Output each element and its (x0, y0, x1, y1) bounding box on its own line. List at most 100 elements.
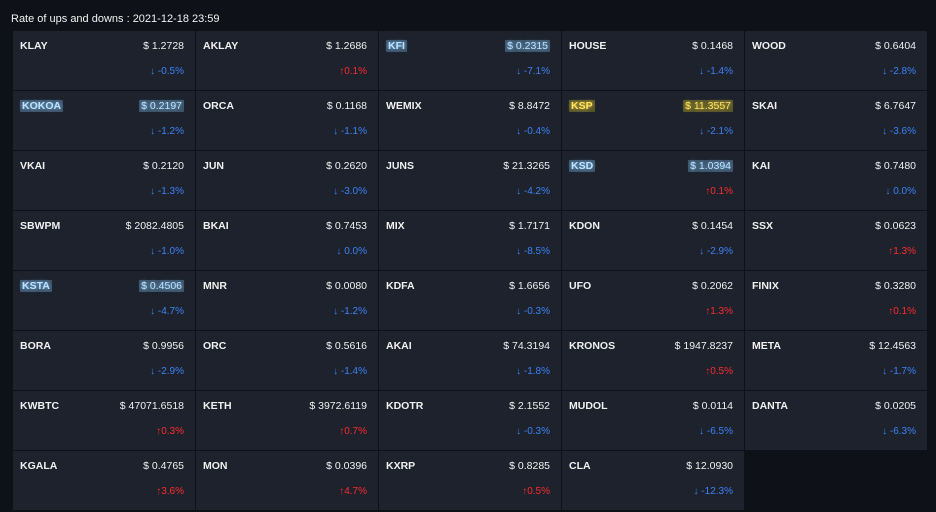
page-title: Rate of ups and downs : 2021-12-18 23:59 (11, 13, 220, 25)
token-name: JUN (203, 160, 225, 172)
token-card[interactable]: KAI $ 0.7480 ↓ 0.0% (745, 151, 927, 210)
token-price: $ 47071.6518 (119, 400, 184, 412)
token-name: META (752, 340, 781, 352)
token-price: $ 0.2315 (505, 40, 550, 52)
token-change: ↓ -2.1% (699, 126, 733, 137)
token-name: BKAI (203, 220, 229, 232)
token-change: ↑0.3% (156, 426, 184, 437)
token-price: $ 0.9956 (143, 340, 184, 352)
token-change: ↓ -2.8% (882, 66, 916, 77)
token-card[interactable]: KWBTC $ 47071.6518 ↑0.3% (13, 391, 195, 450)
token-card[interactable]: WEMIX $ 8.8472 ↓ -0.4% (379, 91, 561, 150)
token-card[interactable]: HOUSE $ 0.1468 ↓ -1.4% (562, 31, 744, 90)
token-price: $ 0.3280 (875, 280, 916, 292)
token-card[interactable]: SSX $ 0.0623 ↑1.3% (745, 211, 927, 270)
token-change: ↑0.1% (339, 66, 367, 77)
token-card[interactable]: CLA $ 12.0930 ↓ -12.3% (562, 451, 744, 510)
token-change: ↓ -8.5% (516, 246, 550, 257)
token-card[interactable]: KDON $ 0.1454 ↓ -2.9% (562, 211, 744, 270)
token-name: KSP (569, 100, 595, 112)
token-change: ↓ -0.3% (516, 306, 550, 317)
token-card[interactable]: KOKOA $ 0.2197 ↓ -1.2% (13, 91, 195, 150)
token-card[interactable]: ORCA $ 0.1168 ↓ -1.1% (196, 91, 378, 150)
token-name: WOOD (752, 40, 786, 52)
token-card[interactable]: MIX $ 1.7171 ↓ -8.5% (379, 211, 561, 270)
token-name: MUDOL (569, 400, 608, 412)
token-price: $ 1.0394 (688, 160, 733, 172)
token-card[interactable]: SKAI $ 6.7647 ↓ -3.6% (745, 91, 927, 150)
token-card[interactable]: KSD $ 1.0394 ↑0.1% (562, 151, 744, 210)
token-price: $ 0.4506 (139, 280, 184, 292)
token-name: KXRP (386, 460, 416, 472)
token-price: $ 0.2620 (326, 160, 367, 172)
token-name: KSTA (20, 280, 52, 292)
token-card[interactable]: DANTA $ 0.0205 ↓ -6.3% (745, 391, 927, 450)
token-card[interactable]: MUDOL $ 0.0114 ↓ -6.5% (562, 391, 744, 450)
token-name: AKLAY (203, 40, 239, 52)
token-card[interactable]: BORA $ 0.9956 ↓ -2.9% (13, 331, 195, 390)
token-card[interactable]: KFI $ 0.2315 ↓ -7.1% (379, 31, 561, 90)
token-price: $ 12.4563 (869, 340, 916, 352)
token-card[interactable]: VKAI $ 0.2120 ↓ -1.3% (13, 151, 195, 210)
token-change: ↓ -12.3% (693, 486, 733, 497)
token-card[interactable]: WOOD $ 0.6404 ↓ -2.8% (745, 31, 927, 90)
token-change: ↓ -1.0% (150, 246, 184, 257)
token-name: DANTA (752, 400, 788, 412)
token-name: SBWPM (20, 220, 61, 232)
token-price: $ 1.2728 (143, 40, 184, 52)
token-card[interactable]: KSTA $ 0.4506 ↓ -4.7% (13, 271, 195, 330)
token-change: ↓ -0.5% (150, 66, 184, 77)
token-change: ↓ -6.5% (699, 426, 733, 437)
token-change: ↓ -3.6% (882, 126, 916, 137)
token-card[interactable]: KDFA $ 1.6656 ↓ -0.3% (379, 271, 561, 330)
token-price: $ 0.6404 (875, 40, 916, 52)
token-price: $ 12.0930 (686, 460, 733, 472)
token-card[interactable]: KGALA $ 0.4765 ↑3.6% (13, 451, 195, 510)
token-change: ↓ -1.8% (516, 366, 550, 377)
token-name: KDFA (386, 280, 415, 292)
token-change: ↓ -1.3% (150, 186, 184, 197)
token-change: ↓ -1.7% (882, 366, 916, 377)
token-card[interactable]: KXRP $ 0.8285 ↑0.5% (379, 451, 561, 510)
token-card[interactable]: JUNS $ 21.3265 ↓ -4.2% (379, 151, 561, 210)
token-card[interactable]: AKAI $ 74.3194 ↓ -1.8% (379, 331, 561, 390)
token-card[interactable]: UFO $ 0.2062 ↑1.3% (562, 271, 744, 330)
token-name: MON (203, 460, 228, 472)
token-change: ↑3.6% (156, 486, 184, 497)
token-change: ↓ 0.0% (336, 246, 367, 257)
token-name: MIX (386, 220, 405, 232)
token-name: VKAI (20, 160, 46, 172)
token-card[interactable]: KSP $ 11.3557 ↓ -2.1% (562, 91, 744, 150)
token-name: MNR (203, 280, 227, 292)
token-price: $ 0.0114 (692, 400, 733, 412)
token-card[interactable]: MNR $ 0.0080 ↓ -1.2% (196, 271, 378, 330)
token-price: $ 3972.6119 (309, 400, 367, 412)
token-price: $ 0.7480 (875, 160, 916, 172)
token-name: CLA (569, 460, 591, 472)
token-change: ↑0.5% (705, 366, 733, 377)
token-name: JUNS (386, 160, 415, 172)
token-name: KRONOS (569, 340, 616, 352)
token-card[interactable]: BKAI $ 0.7453 ↓ 0.0% (196, 211, 378, 270)
token-card[interactable]: KLAY $ 1.2728 ↓ -0.5% (13, 31, 195, 90)
token-name: SSX (752, 220, 774, 232)
token-price: $ 0.0396 (326, 460, 367, 472)
token-card[interactable]: KRONOS $ 1947.8237 ↑0.5% (562, 331, 744, 390)
token-card[interactable]: AKLAY $ 1.2686 ↑0.1% (196, 31, 378, 90)
token-card[interactable]: KETH $ 3972.6119 ↑0.7% (196, 391, 378, 450)
token-card[interactable]: MON $ 0.0396 ↑4.7% (196, 451, 378, 510)
token-change: ↑0.7% (339, 426, 367, 437)
token-name: HOUSE (569, 40, 607, 52)
token-change: ↓ -6.3% (882, 426, 916, 437)
token-change: ↓ -1.1% (333, 126, 367, 137)
token-card[interactable]: FINIX $ 0.3280 ↑0.1% (745, 271, 927, 330)
token-price: $ 11.3557 (683, 100, 733, 112)
token-card[interactable]: ORC $ 0.5616 ↓ -1.4% (196, 331, 378, 390)
token-card[interactable]: META $ 12.4563 ↓ -1.7% (745, 331, 927, 390)
token-card[interactable]: SBWPM $ 2082.4805 ↓ -1.0% (13, 211, 195, 270)
token-price: $ 0.7453 (326, 220, 367, 232)
token-card[interactable]: JUN $ 0.2620 ↓ -3.0% (196, 151, 378, 210)
token-card[interactable]: KDOTR $ 2.1552 ↓ -0.3% (379, 391, 561, 450)
token-name: KDON (569, 220, 600, 232)
token-change: ↓ -2.9% (699, 246, 733, 257)
